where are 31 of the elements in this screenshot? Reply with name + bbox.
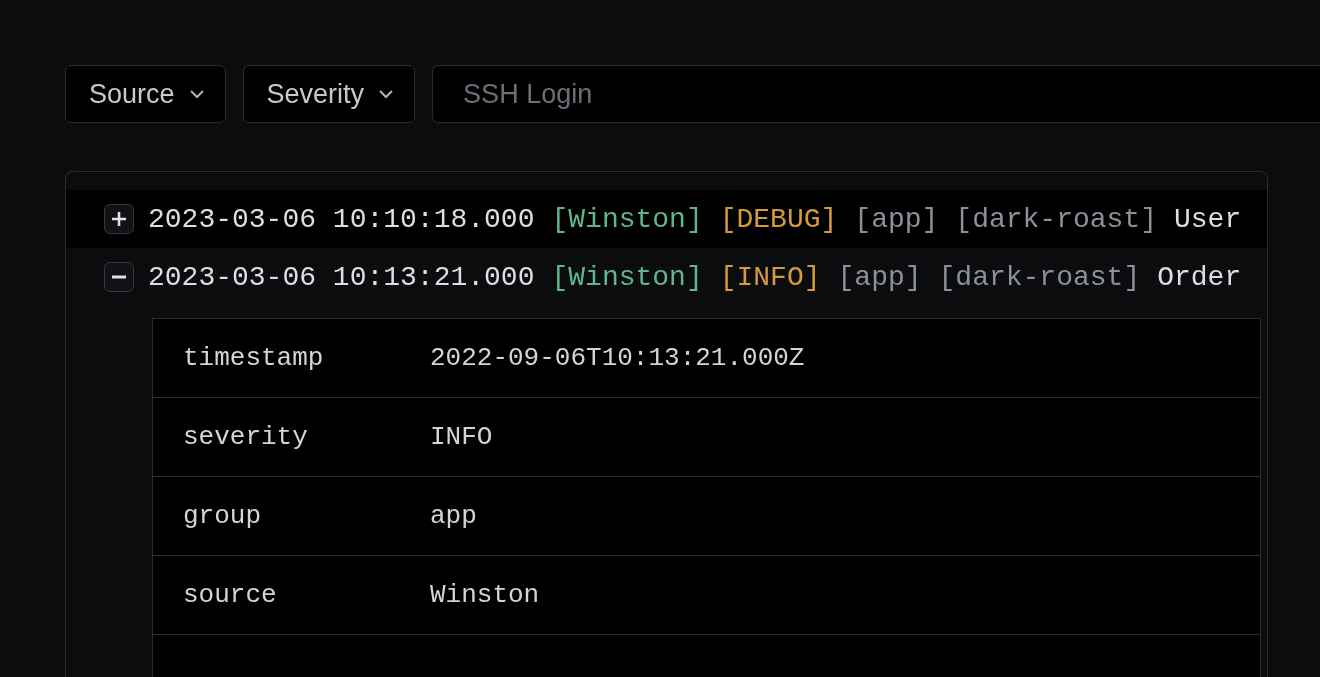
- expand-toggle[interactable]: [104, 204, 134, 234]
- field-value: app: [430, 501, 477, 531]
- log-message: User: [1174, 203, 1242, 235]
- log-severity: [INFO]: [719, 261, 821, 293]
- field-key: source: [153, 580, 430, 610]
- filter-dropdown[interactable]: Severity: [242, 65, 416, 123]
- log-roast: [dark-roast]: [955, 203, 1157, 235]
- plus-icon: [112, 212, 126, 226]
- log-roast: [dark-roast]: [938, 261, 1141, 293]
- log-timestamp: 2023-03-06 10:10:18.000: [148, 203, 535, 235]
- field-value: 2022-09-06T10:13:21.000Z: [430, 343, 805, 373]
- chevron-down-icon: [378, 89, 395, 99]
- log-source: [Winston]: [551, 261, 703, 293]
- search-field[interactable]: SSH Login: [432, 65, 1320, 123]
- filter-dropdown[interactable]: Source: [65, 65, 226, 123]
- expand-toggle[interactable]: [104, 262, 134, 292]
- log-group: [app]: [837, 261, 922, 293]
- log-row[interactable]: 2023-03-06 10:13:21.000 [Winston] [INFO] [app] [dark-roast] Order: [66, 248, 1267, 306]
- field-key: group: [153, 501, 430, 531]
- field-key: severity: [153, 422, 430, 452]
- field-value: INFO: [430, 422, 493, 452]
- log-source: [Winston]: [551, 203, 703, 235]
- field-value: Winston: [430, 580, 540, 610]
- log-message: Order: [1157, 261, 1242, 293]
- log-severity: [DEBUG]: [719, 203, 838, 235]
- log-timestamp: 2023-03-06 10:13:21.000: [148, 261, 535, 293]
- minus-icon: [112, 275, 126, 279]
- chevron-down-icon: [188, 89, 205, 99]
- log-row[interactable]: 2023-03-06 10:10:18.000 [Winston] [DEBUG] [app] [dark-roast] User: [66, 190, 1267, 248]
- field-key: timestamp: [153, 343, 430, 373]
- log-group: [app]: [854, 203, 939, 235]
